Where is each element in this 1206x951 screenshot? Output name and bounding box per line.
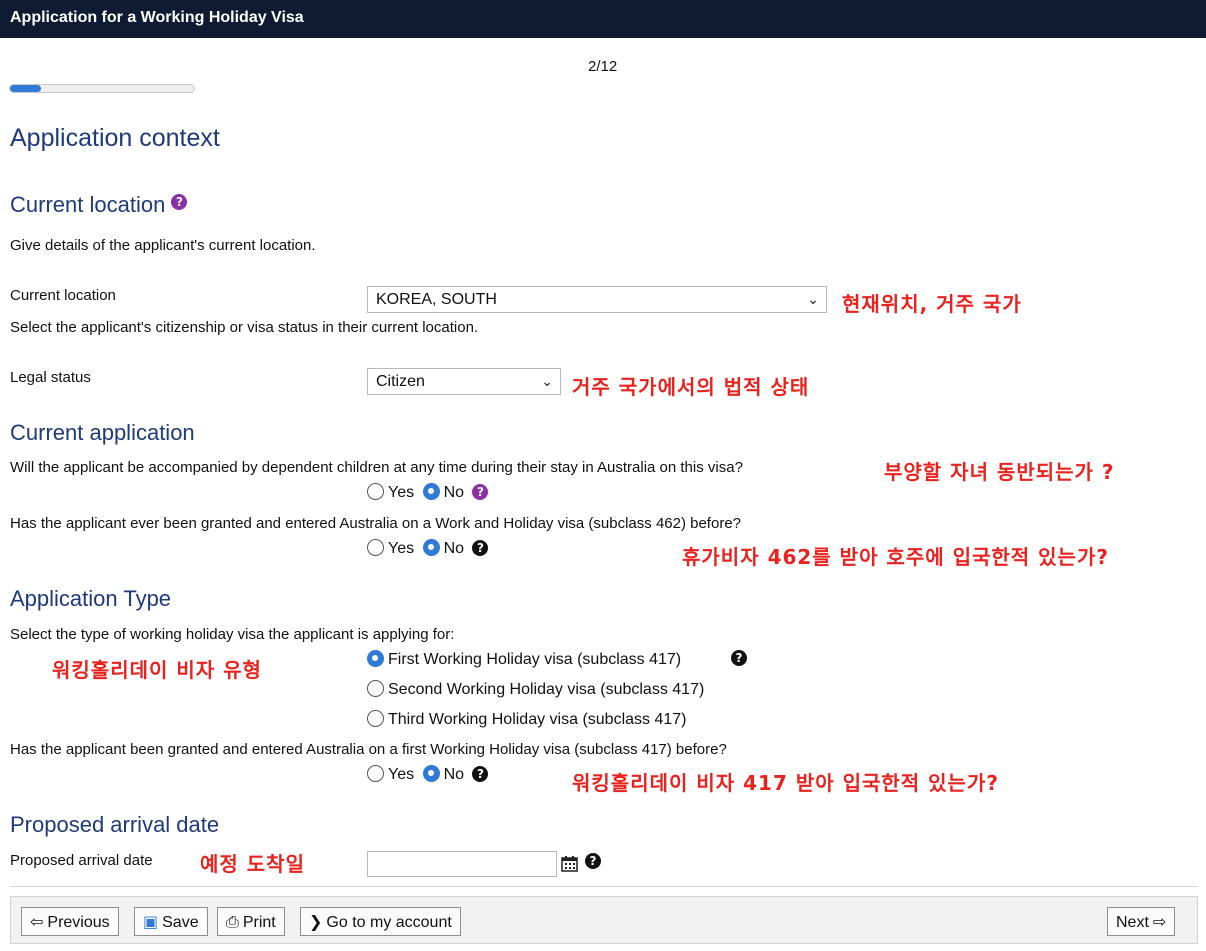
window-title: Application for a Working Holiday Visa bbox=[0, 0, 1206, 38]
arrival-date-input[interactable] bbox=[367, 851, 557, 877]
arrow-left-icon: ⇦ bbox=[30, 912, 44, 931]
visa-type-third-label: Third Working Holiday visa (subclass 417… bbox=[388, 711, 687, 728]
help-icon[interactable]: ? bbox=[472, 540, 489, 556]
current-location-select[interactable]: KOREA, SOUTH ⌄ bbox=[367, 286, 827, 313]
help-icon[interactable]: ? bbox=[171, 194, 188, 210]
no-label: No bbox=[443, 540, 465, 557]
print-button[interactable]: ⎙ Print bbox=[217, 907, 285, 936]
annotation-visa-462: 휴가비자 462를 받아 호주에 입국한적 있는가? bbox=[682, 545, 1109, 569]
help-icon[interactable]: ? bbox=[472, 766, 489, 782]
help-icon[interactable]: ? bbox=[731, 650, 747, 666]
question-visa-462: Has the applicant ever been granted and … bbox=[10, 515, 742, 532]
current-location-note: Select the applicant's citizenship or vi… bbox=[10, 319, 479, 336]
divider bbox=[10, 886, 1198, 887]
help-icon[interactable]: ? bbox=[472, 484, 489, 500]
page-counter: 2/12 bbox=[588, 58, 618, 75]
yes-label: Yes bbox=[388, 484, 415, 501]
question-visa-417: Has the applicant been granted and enter… bbox=[10, 741, 727, 758]
visa-462-no-radio[interactable] bbox=[422, 539, 440, 556]
application-type-heading: Application Type bbox=[10, 586, 172, 611]
annotation-location: 현재위치, 거주 국가 bbox=[842, 292, 1022, 316]
button-bar: ⇦ Previous ▣ Save ⎙ Print ❯ Go to my account… bbox=[10, 896, 1198, 944]
visa-417-yes-radio[interactable] bbox=[367, 765, 384, 782]
visa-417-radio-group: Yes No ? bbox=[367, 765, 489, 784]
legal-status-value: Citizen bbox=[376, 373, 425, 390]
annotation-arrival: 예정 도착일 bbox=[200, 852, 305, 876]
progress-bar-fill bbox=[10, 85, 41, 92]
application-type-prompt: Select the type of working holiday visa … bbox=[10, 626, 455, 643]
go-to-account-label: Go to my account bbox=[326, 914, 452, 931]
current-application-heading: Current application bbox=[10, 420, 195, 445]
chevron-down-icon: ⌄ bbox=[807, 291, 819, 307]
visa-type-first-radio[interactable] bbox=[367, 650, 384, 667]
next-button[interactable]: Next ⇨ bbox=[1107, 907, 1176, 936]
visa-type-first-label: First Working Holiday visa (subclass 417… bbox=[388, 651, 682, 668]
dependent-children-no-radio[interactable] bbox=[422, 483, 440, 500]
legal-status-label: Legal status bbox=[10, 369, 91, 386]
visa-462-yes-radio[interactable] bbox=[367, 539, 384, 556]
current-location-label: Current location bbox=[10, 287, 116, 304]
current-location-heading: Current location ? bbox=[10, 192, 188, 218]
current-location-intro: Give details of the applicant's current … bbox=[10, 237, 316, 254]
arrival-heading: Proposed arrival date bbox=[10, 812, 220, 837]
save-label: Save bbox=[162, 914, 199, 931]
dependent-children-radio-group: Yes No ? bbox=[367, 483, 489, 502]
save-button[interactable]: ▣ Save bbox=[134, 907, 208, 936]
yes-label: Yes bbox=[388, 766, 415, 783]
yes-label: Yes bbox=[388, 540, 415, 557]
chevron-down-icon: ⌄ bbox=[541, 373, 553, 389]
visa-type-second-label: Second Working Holiday visa (subclass 41… bbox=[388, 681, 705, 698]
current-location-value: KOREA, SOUTH bbox=[376, 291, 497, 308]
visa-type-second-radio[interactable] bbox=[367, 680, 384, 697]
visa-417-no-radio[interactable] bbox=[422, 765, 440, 782]
chevron-right-icon: ❯ bbox=[309, 912, 323, 931]
current-location-heading-text: Current location bbox=[10, 192, 166, 217]
floppy-disk-icon: ▣ bbox=[143, 912, 159, 931]
annotation-visa-417: 워킹홀리데이 비자 417 받아 입국한적 있는가? bbox=[572, 771, 999, 795]
progress-bar bbox=[9, 84, 195, 93]
help-icon[interactable]: ? bbox=[585, 853, 601, 869]
visa-type-option-third[interactable]: Third Working Holiday visa (subclass 417… bbox=[367, 710, 690, 729]
printer-icon: ⎙ bbox=[226, 912, 239, 931]
next-label: Next bbox=[1116, 914, 1149, 931]
go-to-account-button[interactable]: ❯ Go to my account bbox=[300, 907, 461, 936]
legal-status-select[interactable]: Citizen ⌄ bbox=[367, 368, 561, 395]
visa-type-option-second[interactable]: Second Working Holiday visa (subclass 41… bbox=[367, 680, 708, 699]
calendar-icon[interactable] bbox=[561, 855, 578, 872]
annotation-visa-type: 워킹홀리데이 비자 유형 bbox=[52, 658, 262, 682]
visa-462-radio-group: Yes No ? bbox=[367, 539, 489, 558]
annotation-children: 부양할 자녀 동반되는가 ? bbox=[884, 460, 1115, 484]
previous-label: Previous bbox=[47, 914, 110, 931]
arrow-right-icon: ⇨ bbox=[1152, 912, 1167, 931]
question-dependent-children: Will the applicant be accompanied by dep… bbox=[10, 459, 743, 476]
no-label: No bbox=[443, 766, 465, 783]
dependent-children-yes-radio[interactable] bbox=[367, 483, 384, 500]
page-title: Application context bbox=[10, 124, 220, 152]
visa-type-option-first[interactable]: First Working Holiday visa (subclass 417… bbox=[367, 650, 685, 669]
print-label: Print bbox=[242, 914, 276, 931]
previous-button[interactable]: ⇦ Previous bbox=[21, 907, 119, 936]
no-label: No bbox=[443, 484, 465, 501]
annotation-legal-status: 거주 국가에서의 법적 상태 bbox=[572, 375, 810, 399]
visa-type-third-radio[interactable] bbox=[367, 710, 384, 727]
arrival-date-label: Proposed arrival date bbox=[10, 852, 153, 869]
